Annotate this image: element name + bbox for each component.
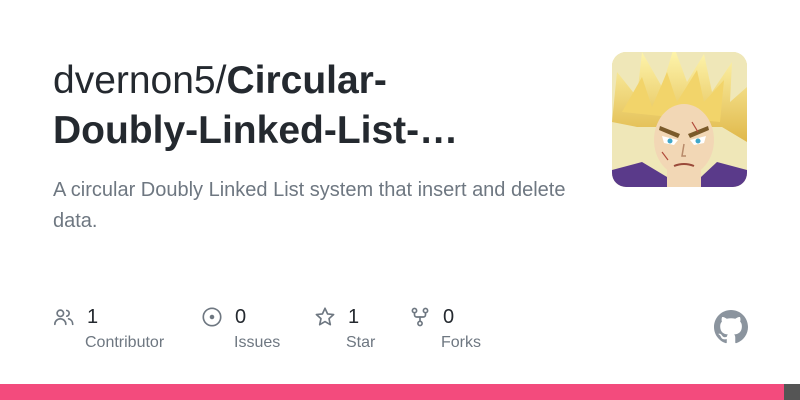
repo-name-line2: Doubly-Linked-List-… <box>53 109 459 152</box>
repo-name-line1: Circular- <box>226 59 387 102</box>
contributors-count: 1 <box>87 305 99 328</box>
social-preview-card: dvernon5/Circular- Doubly-Linked-List-… … <box>0 0 800 400</box>
forks-count: 0 <box>443 305 455 328</box>
stat-contributors[interactable]: 1 Contributor <box>53 304 164 351</box>
repo-owner: dvernon5/ <box>53 59 227 102</box>
repo-forked-icon <box>409 306 431 328</box>
stat-forks[interactable]: 0 Forks <box>409 304 481 351</box>
avatar <box>612 52 747 187</box>
stars-count: 1 <box>348 305 360 328</box>
repo-description: A circular Doubly Linked List system tha… <box>53 179 566 232</box>
language-bar-secondary <box>784 384 800 400</box>
issue-opened-icon <box>201 306 223 328</box>
stat-stars[interactable]: 1 Star <box>314 304 375 351</box>
language-bar-primary <box>0 384 784 400</box>
star-icon <box>314 306 336 328</box>
stars-label: Star <box>346 334 376 351</box>
contributors-label: Contributor <box>85 334 165 351</box>
stat-issues[interactable]: 0 Issues <box>201 304 280 351</box>
avatar-illustration <box>612 52 747 187</box>
issues-label: Issues <box>234 334 281 351</box>
people-icon <box>53 306 75 328</box>
github-mark-icon[interactable] <box>714 310 748 344</box>
forks-label: Forks <box>441 334 481 351</box>
issues-count: 0 <box>235 305 247 328</box>
repo-title: dvernon5/Circular- Doubly-Linked-List-… <box>53 56 573 156</box>
